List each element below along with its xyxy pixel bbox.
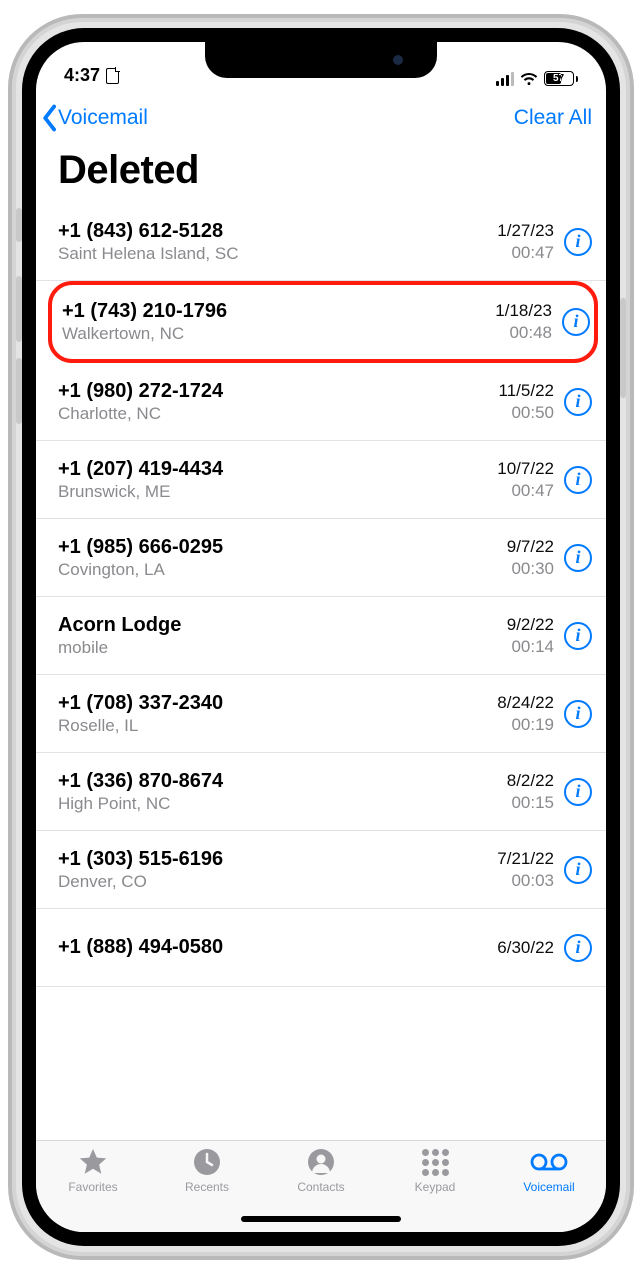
info-button[interactable]: i bbox=[562, 308, 590, 336]
voicemail-meta: 1/18/2300:48 bbox=[495, 300, 552, 343]
voicemail-meta: 1/27/2300:47 bbox=[497, 220, 554, 263]
caller-location: Brunswick, ME bbox=[58, 482, 497, 502]
tab-label: Keypad bbox=[415, 1180, 456, 1194]
info-button[interactable]: i bbox=[564, 466, 592, 494]
tab-label: Contacts bbox=[297, 1180, 344, 1194]
voicemail-row[interactable]: +1 (980) 272-1724Charlotte, NC11/5/2200:… bbox=[36, 363, 606, 441]
info-button[interactable]: i bbox=[564, 856, 592, 884]
voicemail-date: 10/7/22 bbox=[497, 458, 554, 479]
chevron-left-icon bbox=[40, 104, 58, 132]
cellular-signal-icon bbox=[496, 72, 514, 86]
voicemail-meta: 9/2/2200:14 bbox=[507, 614, 554, 657]
voicemail-duration: 00:19 bbox=[497, 714, 554, 735]
voicemail-row[interactable]: +1 (843) 612-5128Saint Helena Island, SC… bbox=[36, 203, 606, 281]
voicemail-duration: 00:48 bbox=[495, 322, 552, 343]
info-button[interactable]: i bbox=[564, 934, 592, 962]
caller-location: Roselle, IL bbox=[58, 716, 497, 736]
clear-all-button[interactable]: Clear All bbox=[514, 106, 592, 130]
caller-location: Denver, CO bbox=[58, 872, 497, 892]
voicemail-date: 1/27/23 bbox=[497, 220, 554, 241]
voicemail-meta: 7/21/2200:03 bbox=[497, 848, 554, 891]
voicemail-meta: 11/5/2200:50 bbox=[499, 380, 554, 423]
voicemail-date: 8/2/22 bbox=[507, 770, 554, 791]
power-button bbox=[620, 298, 626, 398]
status-time: 4:37 bbox=[64, 65, 100, 86]
wifi-icon bbox=[520, 72, 538, 86]
voicemail-date: 9/2/22 bbox=[507, 614, 554, 635]
caller-name: Acorn Lodge bbox=[58, 614, 507, 637]
notch bbox=[205, 42, 437, 78]
caller-name: +1 (303) 515-6196 bbox=[58, 848, 497, 871]
voicemail-meta: 10/7/2200:47 bbox=[497, 458, 554, 501]
voicemail-list[interactable]: +1 (843) 612-5128Saint Helena Island, SC… bbox=[36, 203, 606, 1140]
caller-name: +1 (985) 666-0295 bbox=[58, 536, 507, 559]
voicemail-row[interactable]: +1 (985) 666-0295Covington, LA9/7/2200:3… bbox=[36, 519, 606, 597]
voicemail-duration: 00:14 bbox=[507, 636, 554, 657]
tab-label: Voicemail bbox=[523, 1180, 574, 1194]
caller-name: +1 (207) 419-4434 bbox=[58, 458, 497, 481]
voicemail-duration: 00:15 bbox=[507, 792, 554, 813]
caller-location: Saint Helena Island, SC bbox=[58, 244, 497, 264]
voicemail-date: 6/30/22 bbox=[497, 937, 554, 958]
caller-location: High Point, NC bbox=[58, 794, 507, 814]
voicemail-meta: 9/7/2200:30 bbox=[507, 536, 554, 579]
person-icon bbox=[307, 1147, 335, 1177]
back-button[interactable]: Voicemail bbox=[40, 104, 148, 132]
battery-icon: 57 bbox=[544, 71, 579, 86]
voicemail-duration: 00:30 bbox=[507, 558, 554, 579]
star-icon bbox=[78, 1147, 108, 1177]
back-label: Voicemail bbox=[58, 106, 148, 130]
voicemail-icon bbox=[530, 1147, 568, 1177]
caller-name: +1 (336) 870-8674 bbox=[58, 770, 507, 793]
voicemail-duration: 00:47 bbox=[497, 480, 554, 501]
info-button[interactable]: i bbox=[564, 622, 592, 650]
voicemail-duration: 00:50 bbox=[499, 402, 554, 423]
voicemail-date: 11/5/22 bbox=[499, 380, 554, 401]
voicemail-duration: 00:47 bbox=[497, 242, 554, 263]
caller-name: +1 (888) 494-0580 bbox=[58, 936, 497, 959]
voicemail-date: 8/24/22 bbox=[497, 692, 554, 713]
tab-voicemail[interactable]: Voicemail bbox=[492, 1147, 606, 1232]
caller-location: Charlotte, NC bbox=[58, 404, 499, 424]
info-button[interactable]: i bbox=[564, 700, 592, 728]
caller-name: +1 (843) 612-5128 bbox=[58, 220, 497, 243]
voicemail-row[interactable]: +1 (708) 337-2340Roselle, IL8/24/2200:19… bbox=[36, 675, 606, 753]
clock-icon bbox=[193, 1147, 221, 1177]
caller-location: Walkertown, NC bbox=[62, 324, 495, 344]
voicemail-date: 1/18/23 bbox=[495, 300, 552, 321]
voicemail-meta: 6/30/22 bbox=[497, 937, 554, 958]
keypad-icon bbox=[422, 1147, 449, 1177]
info-button[interactable]: i bbox=[564, 544, 592, 572]
screen: 4:37 57 bbox=[36, 42, 606, 1232]
voicemail-duration: 00:03 bbox=[497, 870, 554, 891]
home-indicator[interactable] bbox=[241, 1216, 401, 1222]
voicemail-meta: 8/24/2200:19 bbox=[497, 692, 554, 735]
tab-label: Favorites bbox=[68, 1180, 117, 1194]
tab-favorites[interactable]: Favorites bbox=[36, 1147, 150, 1232]
voicemail-date: 7/21/22 bbox=[497, 848, 554, 869]
info-button[interactable]: i bbox=[564, 388, 592, 416]
voicemail-row[interactable]: Acorn Lodgemobile9/2/2200:14 i bbox=[36, 597, 606, 675]
voicemail-row[interactable]: +1 (888) 494-05806/30/22 i bbox=[36, 909, 606, 987]
voicemail-row[interactable]: +1 (743) 210-1796Walkertown, NC1/18/2300… bbox=[50, 283, 596, 361]
tab-label: Recents bbox=[185, 1180, 229, 1194]
caller-name: +1 (708) 337-2340 bbox=[58, 692, 497, 715]
caller-location: Covington, LA bbox=[58, 560, 507, 580]
caller-location: mobile bbox=[58, 638, 507, 658]
battery-percent: 57 bbox=[545, 72, 573, 85]
voicemail-date: 9/7/22 bbox=[507, 536, 554, 557]
page-title: Deleted bbox=[36, 144, 606, 203]
nav-bar: Voicemail Clear All bbox=[36, 92, 606, 144]
voicemail-row[interactable]: +1 (303) 515-6196Denver, CO7/21/2200:03 i bbox=[36, 831, 606, 909]
info-button[interactable]: i bbox=[564, 778, 592, 806]
voicemail-meta: 8/2/2200:15 bbox=[507, 770, 554, 813]
caller-name: +1 (980) 272-1724 bbox=[58, 380, 499, 403]
sim-icon bbox=[106, 68, 119, 84]
phone-frame: 4:37 57 bbox=[12, 18, 630, 1256]
voicemail-row[interactable]: +1 (336) 870-8674High Point, NC8/2/2200:… bbox=[36, 753, 606, 831]
tab-bar: Favorites Recents Contacts bbox=[36, 1140, 606, 1232]
caller-name: +1 (743) 210-1796 bbox=[62, 300, 495, 323]
info-button[interactable]: i bbox=[564, 228, 592, 256]
voicemail-row[interactable]: +1 (207) 419-4434Brunswick, ME10/7/2200:… bbox=[36, 441, 606, 519]
